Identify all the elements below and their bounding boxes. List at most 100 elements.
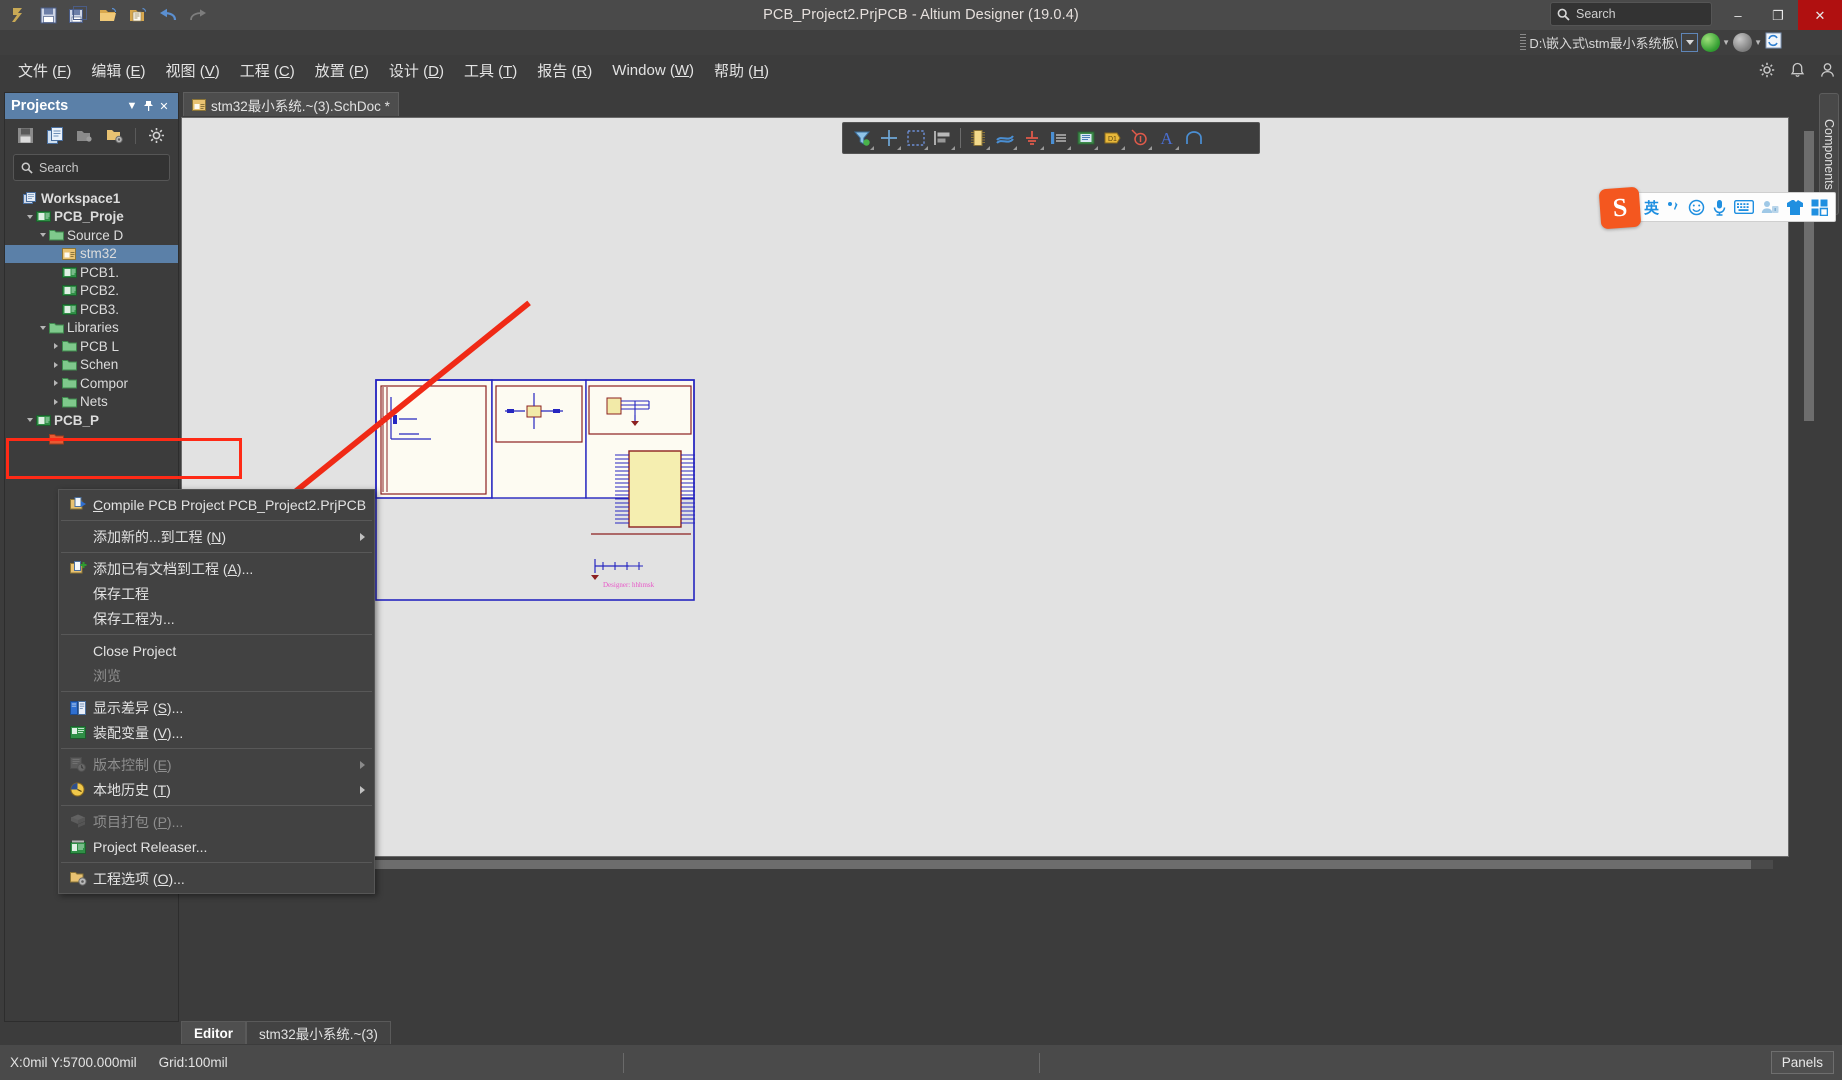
chevron-down-icon[interactable]	[37, 325, 48, 330]
current-path[interactable]: D:\嵌入式\stm最小系统板\	[1529, 33, 1678, 52]
sheet-symbol-icon[interactable]	[1073, 125, 1099, 151]
context-menu-item-item-6[interactable]: 保存工程为...	[59, 606, 374, 631]
ime-language-mode[interactable]: 英	[1644, 197, 1659, 218]
tree-item-workspace1[interactable]: Workspace1	[5, 189, 178, 208]
menu-edit[interactable]: 编辑 (E)	[81, 56, 155, 85]
close-button[interactable]: ✕	[1798, 0, 1842, 30]
arc-icon[interactable]	[1181, 125, 1207, 151]
menu-reports[interactable]: 报告 (R)	[527, 56, 602, 85]
ime-user-account[interactable]	[1761, 199, 1779, 215]
save-icon[interactable]	[15, 126, 35, 146]
port-icon[interactable]	[1046, 125, 1072, 151]
back-arrow-icon[interactable]	[1701, 33, 1721, 52]
bell-icon[interactable]	[1788, 61, 1806, 79]
align-left-icon[interactable]	[930, 125, 956, 151]
context-menu-item-t[interactable]: 本地历史 (T)	[59, 777, 374, 802]
context-menu-item-a[interactable]: 添加已有文档到工程 (A)...	[59, 556, 374, 581]
wire-icon[interactable]	[992, 125, 1018, 151]
canvas-vertical-scrollbar[interactable]	[1803, 117, 1815, 857]
copy-icon[interactable]	[45, 126, 65, 146]
sogou-logo-icon[interactable]: S	[1598, 186, 1642, 230]
ime-skin-center[interactable]	[1786, 199, 1804, 216]
chip-icon[interactable]	[965, 125, 991, 151]
back-dropdown-caret[interactable]: ▼	[1722, 38, 1730, 47]
refresh-icon[interactable]	[1765, 32, 1782, 54]
document-tab[interactable]: stm32最小系统.~(3).SchDoc *	[183, 92, 399, 116]
pin-icon[interactable]	[140, 97, 156, 115]
context-menu-item-v[interactable]: 装配变量 (V)...	[59, 720, 374, 745]
menu-window[interactable]: Window (W)	[602, 58, 704, 83]
tree-item-schen[interactable]: Schen	[5, 356, 178, 375]
tree-item-pcb-l[interactable]: PCB L	[5, 337, 178, 356]
project-options-icon[interactable]	[105, 126, 125, 146]
context-menu-item-n[interactable]: 添加新的...到工程 (N)	[59, 524, 374, 549]
chevron-right-icon[interactable]	[50, 361, 61, 368]
schematic-preview[interactable]: Designer: hhhmsk	[375, 379, 695, 601]
context-menu-item-compile-pcb-project-pcb-project2-prjpcb[interactable]: Compile PCB Project PCB_Project2.PrjPCB	[59, 492, 374, 517]
menu-place[interactable]: 放置 (P)	[305, 56, 379, 85]
ime-emoji-panel[interactable]	[1688, 199, 1705, 216]
open-folder-icon[interactable]	[75, 126, 95, 146]
context-menu-item-s[interactable]: 显示差异 (S)...	[59, 695, 374, 720]
crosshair-icon[interactable]	[876, 125, 902, 151]
chevron-right-icon[interactable]	[50, 398, 61, 405]
project-context-menu[interactable]: Compile PCB Project PCB_Project2.PrjPCB 添…	[58, 489, 375, 894]
minimize-button[interactable]: –	[1718, 0, 1758, 30]
tab-editor[interactable]: Editor	[181, 1021, 246, 1044]
ime-voice-input[interactable]	[1712, 199, 1727, 216]
chevron-right-icon[interactable]	[50, 380, 61, 387]
menu-project[interactable]: 工程 (C)	[230, 56, 305, 85]
ime-soft-keyboard[interactable]	[1734, 200, 1754, 214]
dashed-rect-icon[interactable]	[903, 125, 929, 151]
nav-forward-group[interactable]: ▼	[1733, 33, 1762, 52]
forward-dropdown-caret[interactable]: ▼	[1754, 38, 1762, 47]
menu-design[interactable]: 设计 (D)	[379, 56, 454, 85]
tree-item-pcb2[interactable]: PCB2.	[5, 282, 178, 301]
restore-button[interactable]: ❐	[1758, 0, 1798, 30]
nav-back-group[interactable]: ▼	[1701, 33, 1730, 52]
menu-file[interactable]: 文件 (F)	[8, 56, 81, 85]
tree-item-pcb1[interactable]: PCB1.	[5, 263, 178, 282]
gear-icon[interactable]	[146, 126, 166, 146]
context-menu-item-close-project[interactable]: Close Project	[59, 638, 374, 663]
text-a-icon[interactable]: A	[1154, 125, 1180, 151]
chevron-right-icon[interactable]	[50, 343, 61, 350]
toolbar-grip[interactable]	[1520, 34, 1527, 51]
vertical-scroll-thumb[interactable]	[1804, 131, 1814, 421]
context-menu-item-item-5[interactable]: 保存工程	[59, 581, 374, 606]
panels-button[interactable]: Panels	[1770, 1051, 1834, 1074]
no-erc-icon[interactable]	[1127, 125, 1153, 151]
designator-icon[interactable]: D1	[1100, 125, 1126, 151]
chevron-down-icon[interactable]: ▼	[124, 97, 140, 115]
tab-stm32-doc[interactable]: stm32最小系统.~(3)	[246, 1021, 391, 1044]
tree-item-nets[interactable]: Nets	[5, 393, 178, 412]
forward-arrow-icon[interactable]	[1733, 33, 1753, 52]
ground-icon[interactable]	[1019, 125, 1045, 151]
horizontal-scroll-thumb[interactable]	[191, 860, 1751, 869]
canvas-horizontal-scrollbar[interactable]	[181, 858, 1789, 871]
menu-tools[interactable]: 工具 (T)	[454, 56, 527, 85]
context-menu-item-o[interactable]: 工程选项 (O)...	[59, 866, 374, 891]
projects-search-box[interactable]: Search	[13, 154, 170, 181]
close-icon[interactable]: ✕	[156, 97, 172, 115]
tree-item-blank[interactable]	[5, 430, 178, 449]
tree-item-pcb-proje[interactable]: PCB_Proje	[5, 208, 178, 227]
chevron-down-icon[interactable]	[24, 418, 35, 423]
tree-item-stm32[interactable]: stm32	[5, 244, 178, 263]
menu-help[interactable]: 帮助 (H)	[704, 56, 779, 85]
global-search-box[interactable]: Search	[1550, 2, 1712, 26]
path-dropdown-button[interactable]	[1681, 33, 1699, 52]
chevron-down-icon[interactable]	[37, 233, 48, 238]
funnel-icon[interactable]	[849, 125, 875, 151]
tree-item-pcb-p[interactable]: PCB_P	[5, 411, 178, 430]
tree-item-libraries[interactable]: Libraries	[5, 319, 178, 338]
menu-view[interactable]: 视图 (V)	[156, 56, 230, 85]
ime-toolbox[interactable]	[1811, 199, 1828, 216]
context-menu-item-project-releaser[interactable]: Project Releaser...	[59, 834, 374, 859]
ime-punctuation-mode[interactable]	[1666, 200, 1681, 215]
user-icon[interactable]	[1818, 61, 1836, 79]
schematic-canvas[interactable]: D1 A Designer: hhhmsk	[181, 117, 1789, 857]
tree-item-source-d[interactable]: Source D	[5, 226, 178, 245]
tree-item-pcb3[interactable]: PCB3.	[5, 300, 178, 319]
chevron-down-icon[interactable]	[24, 214, 35, 219]
